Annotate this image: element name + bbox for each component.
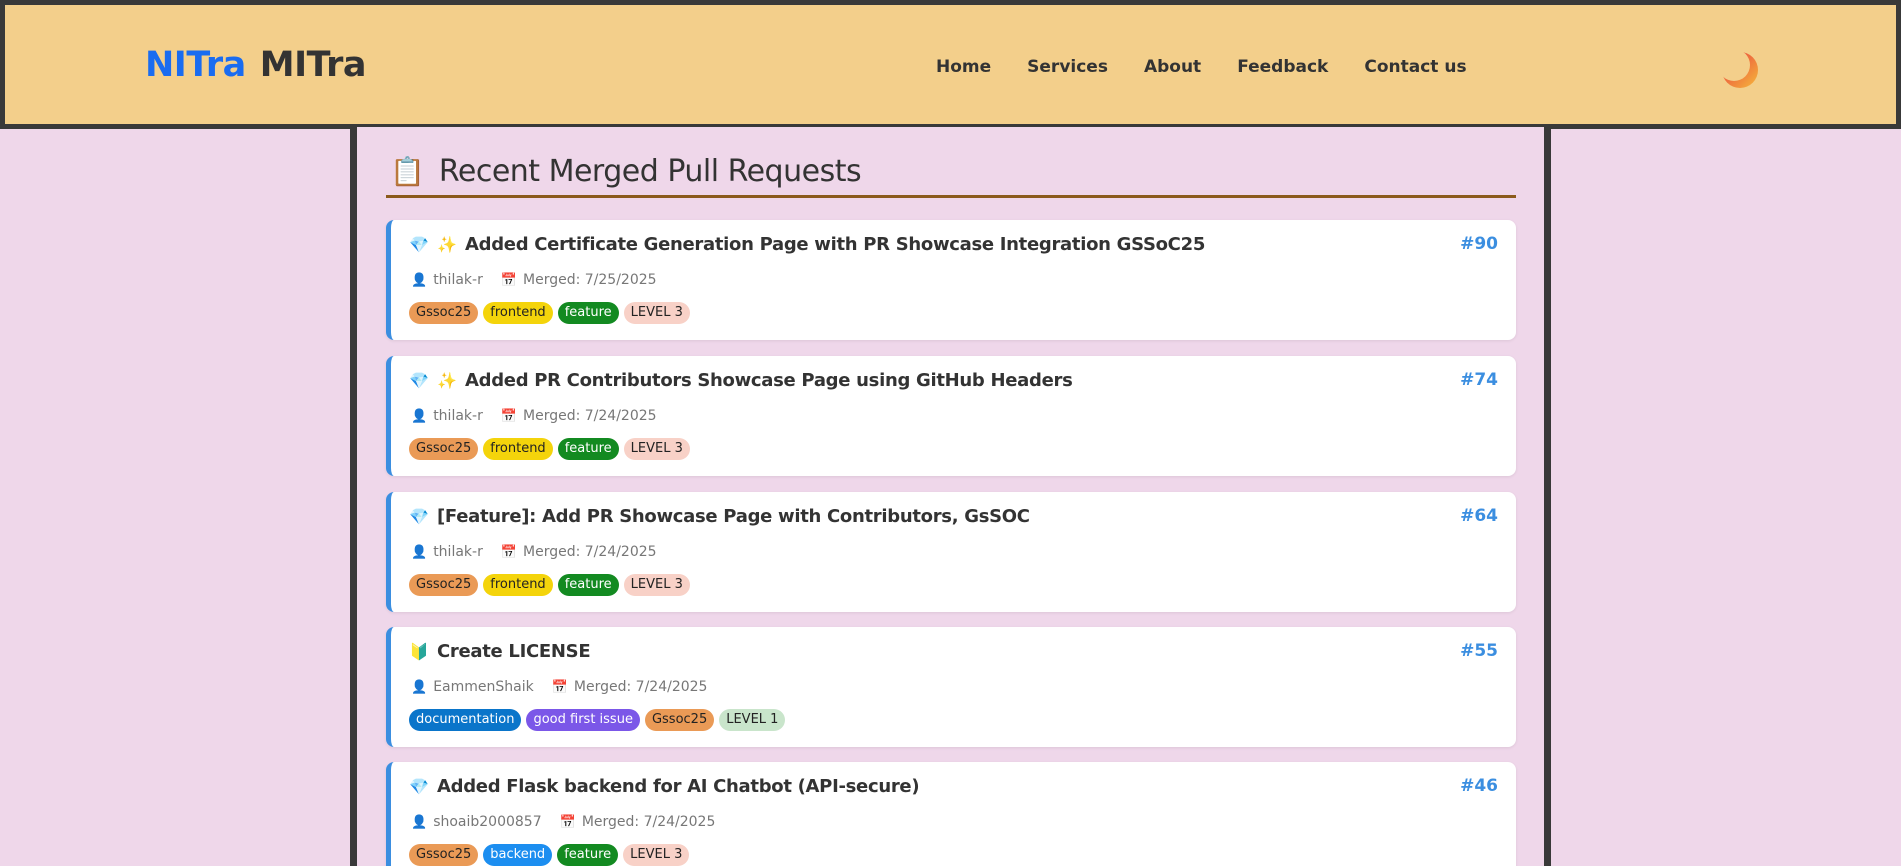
pr-merged-date: Merged: 7/24/2025	[573, 679, 708, 695]
label-pill: LEVEL 1	[719, 709, 786, 731]
clipboard-icon: 📋	[390, 155, 425, 188]
pr-meta: 👤 thilak-r 📅 Merged: 7/24/2025	[411, 408, 657, 424]
moon-icon[interactable]	[1720, 50, 1760, 90]
beginner-icon: 🔰	[409, 642, 429, 661]
pr-merged-date: Merged: 7/24/2025	[523, 408, 657, 424]
pr-number-link[interactable]: #74	[1460, 370, 1498, 390]
brand-part-1: NITra	[145, 45, 246, 85]
user-icon: 👤	[411, 272, 428, 288]
pr-number-link[interactable]: #55	[1460, 641, 1498, 661]
page-title-text: Recent Merged Pull Requests	[438, 154, 862, 189]
pr-labels: Gssoc25 frontend feature LEVEL 3	[409, 302, 690, 324]
pr-merged-date: Merged: 7/24/2025	[523, 544, 657, 560]
label-pill: LEVEL 3	[623, 844, 690, 866]
pr-author: thilak-r	[433, 272, 483, 288]
sparkles-icon: ✨	[437, 235, 457, 254]
nav-contact[interactable]: Contact us	[1364, 57, 1466, 77]
label-pill: LEVEL 3	[623, 438, 690, 460]
pr-author: shoaib2000857	[433, 814, 542, 830]
nav-about[interactable]: About	[1144, 57, 1201, 77]
pr-title-row: 💎 ✨ Added Certificate Generation Page with…	[409, 234, 1498, 255]
pr-card[interactable]: 💎 Added Flask backend for AI Chatbot (API…	[386, 762, 1516, 866]
pr-number-link[interactable]: #90	[1460, 234, 1498, 254]
pr-labels: documentation good first issue Gssoc25 LEVE…	[409, 709, 786, 731]
pr-card[interactable]: 💎 ✨ Added Certificate Generation Page with…	[386, 220, 1516, 340]
calendar-icon: 📅	[500, 408, 518, 424]
brand-part-2: MITra	[259, 45, 367, 85]
label-pill: Gssoc25	[409, 574, 479, 596]
pr-labels: Gssoc25 frontend feature LEVEL 3	[409, 574, 690, 596]
label-pill: backend	[483, 844, 553, 866]
label-pill: documentation	[409, 709, 522, 731]
nav-links: Home Services About Feedback Contact us	[936, 57, 1503, 77]
pr-title-row: 💎 Added Flask backend for AI Chatbot (API…	[409, 776, 1498, 797]
label-pill: Gssoc25	[409, 438, 479, 460]
label-pill: good first issue	[526, 709, 640, 731]
pr-title[interactable]: Added Certificate Generation Page with P…	[465, 234, 1205, 255]
nav-services[interactable]: Services	[1027, 57, 1108, 77]
nav-home[interactable]: Home	[936, 57, 991, 77]
gem-icon: 💎	[409, 507, 429, 526]
brand-logo[interactable]: NITra MITra	[145, 45, 367, 85]
calendar-icon: 📅	[551, 679, 568, 695]
label-pill: feature	[557, 844, 619, 866]
label-pill: feature	[557, 302, 619, 324]
pr-title[interactable]: Added PR Contributors Showcase Page usin…	[465, 370, 1073, 391]
pr-title-row: 💎 ✨ Added PR Contributors Showcase Page us…	[409, 370, 1498, 391]
label-pill: feature	[557, 574, 619, 596]
pr-title-row: 🔰 Create LICENSE #55	[409, 641, 1498, 662]
sparkles-icon: ✨	[437, 371, 457, 390]
nav-feedback[interactable]: Feedback	[1237, 57, 1328, 77]
pr-title-row: 💎 [Feature]: Add PR Showcase Page with Co…	[409, 506, 1498, 527]
pr-card[interactable]: 💎 [Feature]: Add PR Showcase Page with Co…	[386, 492, 1516, 612]
navbar: NITra MITra Home Services About Feedback …	[0, 0, 1901, 129]
label-pill: frontend	[483, 438, 553, 460]
user-icon: 👤	[411, 679, 428, 695]
label-pill: frontend	[483, 302, 553, 324]
pr-card[interactable]: 💎 ✨ Added PR Contributors Showcase Page us…	[386, 356, 1516, 476]
pr-author: EammenShaik	[433, 679, 534, 695]
pr-title[interactable]: [Feature]: Add PR Showcase Page with Con…	[437, 506, 1030, 527]
pr-title[interactable]: Added Flask backend for AI Chatbot (API-…	[437, 776, 920, 797]
pr-card[interactable]: 🔰 Create LICENSE #55 👤 EammenShaik 📅 Merged: 7…	[386, 627, 1516, 747]
user-icon: 👤	[411, 544, 428, 560]
label-pill: Gssoc25	[409, 844, 479, 866]
gem-icon: 💎	[409, 371, 429, 390]
pr-labels: Gssoc25 frontend feature LEVEL 3	[409, 438, 690, 460]
pr-title[interactable]: Create LICENSE	[437, 641, 591, 662]
gem-icon: 💎	[409, 777, 429, 796]
pr-meta: 👤 thilak-r 📅 Merged: 7/24/2025	[411, 544, 657, 560]
label-pill: feature	[557, 438, 619, 460]
label-pill: LEVEL 3	[623, 574, 690, 596]
pr-merged-date: Merged: 7/24/2025	[581, 814, 716, 830]
pr-labels: Gssoc25 backend feature LEVEL 3	[409, 844, 690, 866]
gem-icon: 💎	[409, 235, 429, 254]
pr-author: thilak-r	[433, 408, 483, 424]
label-pill: frontend	[483, 574, 553, 596]
pr-number-link[interactable]: #46	[1460, 776, 1498, 796]
calendar-icon: 📅	[500, 272, 518, 288]
pr-meta: 👤 EammenShaik 📅 Merged: 7/24/2025	[411, 679, 707, 695]
pr-number-link[interactable]: #64	[1460, 506, 1498, 526]
pr-meta: 👤 thilak-r 📅 Merged: 7/25/2025	[411, 272, 657, 288]
label-pill: Gssoc25	[409, 302, 479, 324]
pr-merged-date: Merged: 7/25/2025	[523, 272, 657, 288]
label-pill: LEVEL 3	[623, 302, 690, 324]
user-icon: 👤	[411, 408, 428, 424]
pr-meta: 👤 shoaib2000857 📅 Merged: 7/24/2025	[411, 814, 715, 830]
user-icon: 👤	[411, 814, 428, 830]
calendar-icon: 📅	[500, 544, 518, 560]
label-pill: Gssoc25	[644, 709, 715, 731]
pr-author: thilak-r	[433, 544, 483, 560]
calendar-icon: 📅	[559, 814, 576, 830]
page-title: 📋 Recent Merged Pull Requests	[386, 148, 1516, 198]
